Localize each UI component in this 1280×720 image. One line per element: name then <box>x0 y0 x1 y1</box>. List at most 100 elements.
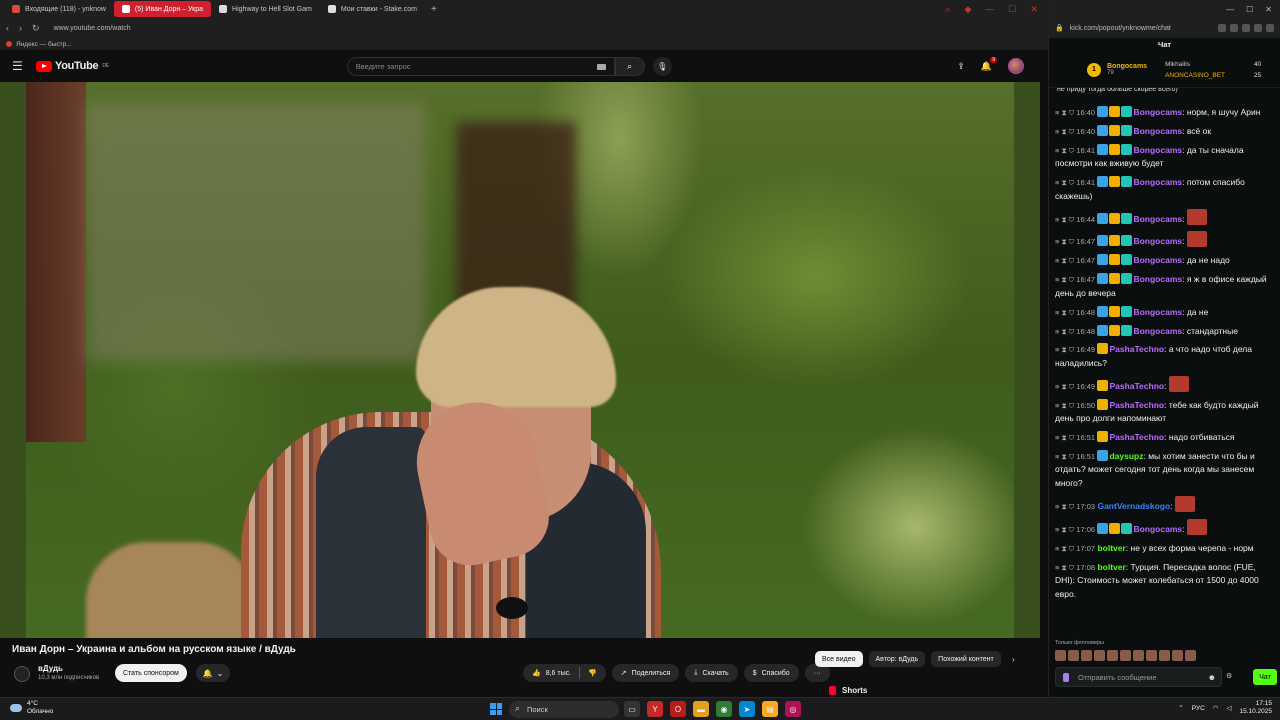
chat-send-button[interactable]: Чат <box>1253 669 1277 685</box>
bookmark-yandex[interactable]: Яндекс — быстр... <box>16 41 72 48</box>
thanks-button[interactable]: $ Спасибо <box>743 664 799 682</box>
message-text: норм, я шучу Арин <box>1186 107 1261 117</box>
sticky-notes-icon[interactable]: ▤ <box>762 701 778 717</box>
chat-message-input[interactable]: Отправить сообщение ☻ <box>1055 667 1222 687</box>
emote[interactable] <box>1094 650 1105 661</box>
recording-app-icon[interactable]: ◎ <box>785 701 801 717</box>
opera-icon[interactable]: O <box>670 701 686 717</box>
channel-name[interactable]: вДудь <box>38 664 63 673</box>
like-count[interactable]: 8,6 тыс. <box>546 670 571 677</box>
task-view-icon[interactable]: ▭ <box>624 701 640 717</box>
close-icon[interactable]: ✕ <box>1265 5 1272 14</box>
youtube-logo[interactable]: YouTube DE <box>36 60 109 72</box>
user-badge-icon <box>1109 106 1121 117</box>
folder-icon[interactable]: ▬ <box>693 701 709 717</box>
emote[interactable] <box>1133 650 1144 661</box>
emote[interactable] <box>1081 650 1092 661</box>
chrome-icon[interactable]: ◉ <box>716 701 732 717</box>
message-username[interactable]: Bongocams <box>1133 274 1182 284</box>
leader-user[interactable]: Mikhailis <box>1165 59 1190 70</box>
search-input[interactable]: Введите запрос <box>346 56 615 76</box>
language-indicator[interactable]: РУС <box>1192 705 1205 712</box>
volume-icon[interactable]: ◁ <box>1226 704 1231 712</box>
chat-url-field[interactable]: kick.com/popout/ynknowme/chat <box>1070 25 1171 32</box>
message-username[interactable]: Bongocams <box>1133 236 1182 246</box>
sponsor-button[interactable]: Стать спонсором <box>115 664 187 682</box>
minimize-icon[interactable]: — <box>1226 5 1234 14</box>
close-icon[interactable]: ✕ <box>1030 4 1038 15</box>
message-username[interactable]: Bongocams <box>1133 326 1182 336</box>
message-username[interactable]: boltver <box>1097 543 1125 553</box>
keyboard-icon[interactable] <box>596 63 606 70</box>
maximize-icon[interactable]: ☐ <box>1008 4 1016 15</box>
download-button[interactable]: ⤓ Скачать <box>685 664 738 682</box>
message-username[interactable]: Bongocams <box>1133 145 1182 155</box>
taskbar-search[interactable]: Поиск <box>509 701 619 718</box>
emote[interactable] <box>1146 650 1157 661</box>
message-username[interactable]: PashaTechno <box>1109 344 1164 354</box>
avatar[interactable] <box>1008 58 1024 74</box>
tab-gmail[interactable]: Входящие (118) - ynknow <box>4 1 114 17</box>
message-username[interactable]: PashaTechno <box>1109 432 1164 442</box>
message-username[interactable]: Bongocams <box>1133 126 1182 136</box>
message-username[interactable]: boltver <box>1097 562 1125 572</box>
emote[interactable] <box>1159 650 1170 661</box>
wifi-icon[interactable]: ◠ <box>1213 704 1219 712</box>
leader-user[interactable]: ANONCASINO_BET <box>1165 70 1225 81</box>
back-icon[interactable]: ‹ <box>6 23 9 34</box>
message-username[interactable]: PashaTechno <box>1109 381 1164 391</box>
menu-icon[interactable]: ☰ <box>12 59 36 73</box>
message-username[interactable]: Bongocams <box>1133 524 1182 534</box>
message-username[interactable]: Bongocams <box>1133 177 1182 187</box>
search-icon[interactable]: ⌕ <box>945 4 950 15</box>
top-user[interactable]: Bongocams <box>1107 63 1147 70</box>
voice-search-button[interactable]: 🎙 <box>652 56 672 76</box>
windows-start-icon[interactable] <box>490 703 502 715</box>
message-username[interactable]: GantVernadskogo <box>1097 501 1170 511</box>
video-player[interactable] <box>0 82 1040 638</box>
share-button[interactable]: ↗ Поделиться <box>611 664 680 682</box>
tab-stake-bets[interactable]: Мои ставки - Stake.com <box>320 1 425 17</box>
tab-youtube[interactable]: (5) Иван Дорн – Укра <box>113 1 212 17</box>
maximize-icon[interactable]: ☐ <box>1246 5 1253 14</box>
emote[interactable] <box>1107 650 1118 661</box>
message-username[interactable]: Bongocams <box>1133 307 1182 317</box>
chip-author[interactable]: Автор: вДудь <box>868 651 926 667</box>
reload-icon[interactable]: ↻ <box>32 23 40 34</box>
clock[interactable]: 17:15 15.10.2025 <box>1239 700 1272 716</box>
message-username[interactable]: PashaTechno <box>1109 400 1164 410</box>
chip-all-videos[interactable]: Все видео <box>815 651 863 667</box>
search-button[interactable]: ⌕ <box>614 56 645 76</box>
chevron-up-icon[interactable]: ⌃ <box>1178 704 1183 712</box>
emote[interactable] <box>1172 650 1183 661</box>
leader-value: 25 <box>1253 71 1262 79</box>
url-field[interactable]: www.youtube.com/watch <box>54 25 131 32</box>
upload-icon[interactable]: ⇪ <box>957 61 965 72</box>
message-username[interactable]: Bongocams <box>1133 255 1182 265</box>
new-tab-button[interactable]: + <box>425 4 443 15</box>
emote[interactable] <box>1185 650 1196 661</box>
emoji-icon[interactable]: ☻ <box>1208 673 1216 682</box>
emote[interactable] <box>1068 650 1079 661</box>
minimize-icon[interactable]: — <box>985 4 994 15</box>
message-username[interactable]: Bongocams <box>1133 214 1182 224</box>
yandex-browser-icon[interactable]: Y <box>647 701 663 717</box>
chip-related[interactable]: Похожий контент <box>931 651 1001 667</box>
emote[interactable] <box>1055 650 1066 661</box>
emote[interactable] <box>1120 650 1131 661</box>
weather-widget[interactable]: 4°C Облачно <box>10 700 53 716</box>
message-username[interactable]: daysupz <box>1109 451 1143 461</box>
notifications-button[interactable]: 🔔 9 <box>981 56 997 72</box>
settings-icon[interactable]: ⚙ <box>1226 672 1232 680</box>
like-icon[interactable]: 👍 <box>532 669 541 677</box>
dislike-icon[interactable]: 👎 <box>588 669 597 677</box>
forward-icon[interactable]: › <box>19 23 22 34</box>
subscription-bell-button[interactable]: 🔔 ⌄ <box>196 664 230 682</box>
chevron-right-icon[interactable]: › <box>1012 655 1015 664</box>
message-username[interactable]: Bongocams <box>1133 107 1182 117</box>
user-badge-icon <box>1121 235 1133 247</box>
channel-avatar[interactable] <box>14 666 30 682</box>
telegram-icon[interactable]: ➤ <box>739 701 755 717</box>
pin-icon[interactable]: ◆ <box>964 4 971 15</box>
tab-slot-game[interactable]: Highway to Hell Slot Gam <box>211 1 320 17</box>
